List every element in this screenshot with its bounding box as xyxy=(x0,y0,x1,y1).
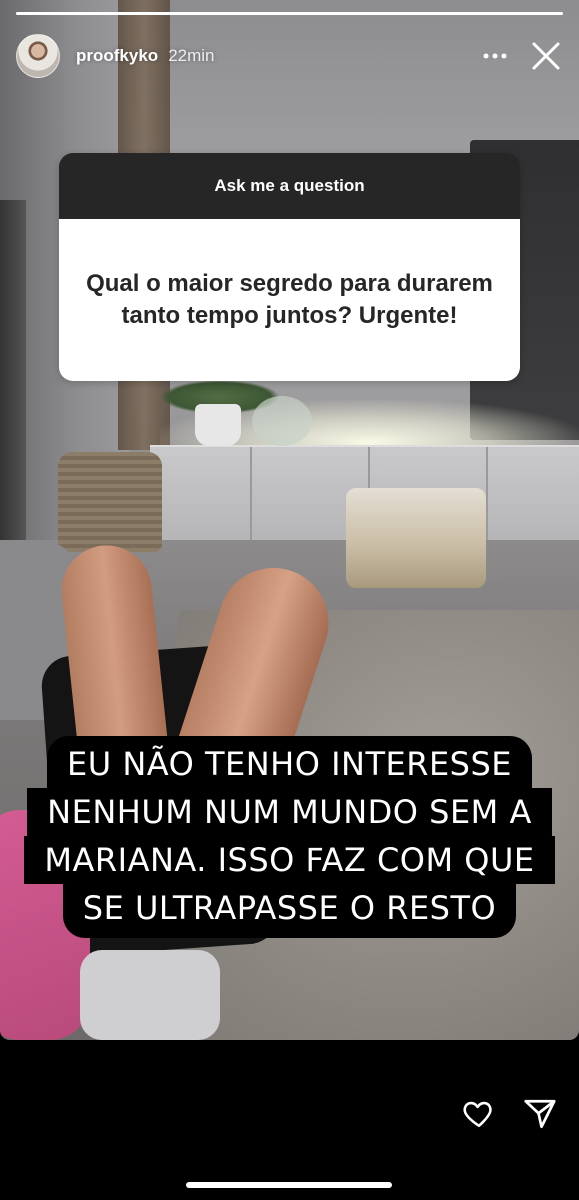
photo-vase xyxy=(252,396,312,446)
story-progress-fill xyxy=(16,12,563,15)
question-text: Qual o maior segredo para durarem tanto … xyxy=(59,219,520,381)
answer-caption: EU NÃO TENHO INTERESSE NENHUM NUM MUNDO … xyxy=(0,736,579,938)
photo-basket xyxy=(346,488,486,588)
close-icon[interactable] xyxy=(529,39,563,73)
photo-doorframe xyxy=(0,200,26,540)
question-sticker[interactable]: Ask me a question Qual o maior segredo p… xyxy=(59,153,520,381)
more-horizontal-icon[interactable] xyxy=(479,41,511,71)
avatar[interactable] xyxy=(16,34,60,78)
photo-pot xyxy=(195,404,241,446)
story-timestamp: 22min xyxy=(168,46,215,65)
heart-icon[interactable] xyxy=(462,1096,496,1130)
home-indicator[interactable] xyxy=(186,1182,392,1188)
answer-line: MARIANA. ISSO FAZ COM QUE xyxy=(24,836,555,884)
answer-line: NENHUM NUM MUNDO SEM A xyxy=(27,788,552,836)
story-header: proofkyko 22min xyxy=(16,34,563,78)
answer-line: SE ULTRAPASSE O RESTO xyxy=(62,884,517,938)
photo-pouf xyxy=(58,452,162,552)
story-screen: proofkyko 22min Ask me a question Qual o… xyxy=(0,0,579,1200)
photo-pillow xyxy=(80,950,220,1040)
send-icon[interactable] xyxy=(522,1096,558,1132)
username[interactable]: proofkyko xyxy=(76,46,158,66)
question-sticker-header: Ask me a question xyxy=(59,153,520,219)
story-progress-bar xyxy=(16,12,563,15)
answer-line: EU NÃO TENHO INTERESSE xyxy=(47,736,532,788)
